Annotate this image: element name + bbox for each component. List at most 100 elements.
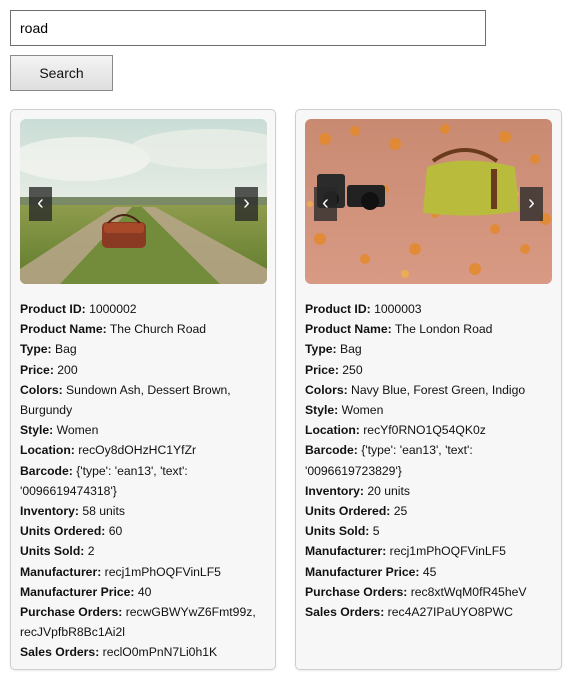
field-value: 2 <box>87 544 95 559</box>
field-value: 1000003 <box>374 302 422 316</box>
field-value: 200 <box>57 362 78 377</box>
field-value: 40 <box>137 584 152 599</box>
product-field-row: Purchase Orders: rec8xtWqM0fR45heV <box>305 582 555 602</box>
field-value: recOy8dOHzHC1YfZr <box>78 443 197 458</box>
field-label: Barcode: <box>305 443 358 458</box>
field-label: Price: <box>305 362 339 377</box>
field-label: Sales Orders: <box>305 605 385 620</box>
field-label: Manufacturer Price: <box>305 564 420 579</box>
field-value: rec8xtWqM0fR45heV <box>410 584 527 599</box>
field-label: Units Ordered: <box>305 504 391 519</box>
product-field-row: Product Name: The Church Road <box>20 319 269 339</box>
product-field-row: Units Sold: 5 <box>305 521 555 541</box>
field-value: recYf0RNO1Q54QK0z <box>363 423 486 438</box>
field-label: Product Name: <box>20 322 107 337</box>
product-image <box>305 119 552 284</box>
field-label: Product ID: <box>20 302 86 316</box>
field-label: Price: <box>20 362 54 377</box>
product-field-row: Sales Orders: reclO0mPnN7Li0h1K <box>20 642 269 662</box>
product-field-row: Type: Bag <box>20 339 269 359</box>
field-value: Bag <box>55 342 77 357</box>
field-label: Manufacturer Price: <box>20 584 135 599</box>
field-label: Colors: <box>20 382 63 397</box>
field-label: Product ID: <box>305 302 371 316</box>
field-label: Purchase Orders: <box>305 584 408 599</box>
product-field-row: Colors: Sundown Ash, Dessert Brown, Burg… <box>20 380 269 420</box>
field-value: Bag <box>340 342 362 357</box>
field-value: 58 units <box>82 504 125 519</box>
product-field-row: Units Sold: 2 <box>20 541 269 561</box>
field-value: The London Road <box>394 322 493 337</box>
product-field-row: Colors: Navy Blue, Forest Green, Indigo <box>305 380 555 400</box>
field-value: reclO0mPnN7Li0h1K <box>102 645 218 660</box>
carousel-prev-button[interactable]: ‹ <box>314 187 337 221</box>
carousel-next-button[interactable]: › <box>235 187 258 221</box>
field-label: Location: <box>305 423 360 438</box>
product-field-row: Price: 200 <box>20 360 269 380</box>
product-image-carousel[interactable]: ‹ › <box>305 119 552 284</box>
product-field-row: Style: Women <box>305 400 555 420</box>
product-field-row: Type: Bag <box>305 339 555 359</box>
field-label: Purchase Orders: <box>20 605 123 620</box>
product-details: Product ID: 1000003 Product Name: The Lon… <box>305 299 555 622</box>
field-value: Navy Blue, Forest Green, Indigo <box>351 382 526 397</box>
product-field-row: Style: Women <box>20 420 269 440</box>
field-value: 250 <box>342 362 363 377</box>
carousel-next-button[interactable]: › <box>520 187 543 221</box>
field-label: Inventory: <box>20 504 79 519</box>
product-field-row: Barcode: {'type': 'ean13', 'text': '0096… <box>305 440 555 480</box>
field-label: Product Name: <box>305 322 392 337</box>
field-label: Colors: <box>305 382 348 397</box>
product-field-row: Price: 250 <box>305 360 555 380</box>
product-field-row: Manufacturer Price: 45 <box>305 562 555 582</box>
product-field-row: Location: recYf0RNO1Q54QK0z <box>305 420 555 440</box>
field-value: Women <box>56 423 99 438</box>
product-field-row: Units Ordered: 60 <box>20 521 269 541</box>
product-field-row: Units Ordered: 25 <box>305 501 555 521</box>
field-value: 1000002 <box>89 302 137 316</box>
field-label: Location: <box>20 443 75 458</box>
field-value: rec4A27IPaUYO8PWC <box>387 605 513 620</box>
product-field-row: Manufacturer: recj1mPhOQFVinLF5 <box>20 562 269 582</box>
product-field-row: Manufacturer Price: 40 <box>20 582 269 602</box>
field-value: 45 <box>422 564 437 579</box>
carousel-prev-button[interactable]: ‹ <box>29 187 52 221</box>
field-label: Style: <box>305 403 339 418</box>
field-value: Women <box>341 403 384 418</box>
field-label: Manufacturer: <box>20 564 102 579</box>
product-image <box>20 119 267 284</box>
field-value: 20 units <box>367 483 410 498</box>
field-label: Units Sold: <box>20 544 85 559</box>
product-field-row: Inventory: 58 units <box>20 501 269 521</box>
product-details: Product ID: 1000002 Product Name: The Chu… <box>20 299 269 663</box>
field-label: Style: <box>20 423 54 438</box>
product-field-row: Product Name: The London Road <box>305 319 555 339</box>
field-value: 5 <box>372 524 380 539</box>
product-card: ‹ › Product ID: 1000002 Product Name: The… <box>10 109 276 670</box>
field-label: Inventory: <box>305 483 364 498</box>
product-card: ‹ › Product ID: 1000003 Product Name: The… <box>295 109 562 670</box>
field-label: Sales Orders: <box>20 645 100 660</box>
product-field-row: Location: recOy8dOHzHC1YfZr <box>20 440 269 460</box>
field-label: Units Ordered: <box>20 524 106 539</box>
search-input[interactable]: road <box>10 10 486 46</box>
product-field-row: Barcode: {'type': 'ean13', 'text': '0096… <box>20 461 269 501</box>
product-field-row: Product ID: 1000003 <box>305 299 555 319</box>
field-value: 60 <box>108 524 123 539</box>
field-value: recj1mPhOQFVinLF5 <box>389 544 506 559</box>
field-label: Units Sold: <box>305 524 370 539</box>
product-field-row: Sales Orders: rec4A27IPaUYO8PWC <box>305 602 555 622</box>
field-label: Type: <box>305 342 337 357</box>
field-label: Type: <box>20 342 52 357</box>
field-label: Barcode: <box>20 463 73 478</box>
product-field-row: Manufacturer: recj1mPhOQFVinLF5 <box>305 541 555 561</box>
product-field-row: Product ID: 1000002 <box>20 299 269 319</box>
field-value: 25 <box>393 504 408 519</box>
product-field-row: Inventory: 20 units <box>305 481 555 501</box>
field-label: Manufacturer: <box>305 544 387 559</box>
field-value: The Church Road <box>109 322 207 337</box>
product-image-carousel[interactable]: ‹ › <box>20 119 267 284</box>
search-button[interactable]: Search <box>10 55 113 91</box>
field-value: recj1mPhOQFVinLF5 <box>104 564 221 579</box>
product-field-row: Purchase Orders: recwGBWYwZ6Fmt99z, recJ… <box>20 602 269 642</box>
